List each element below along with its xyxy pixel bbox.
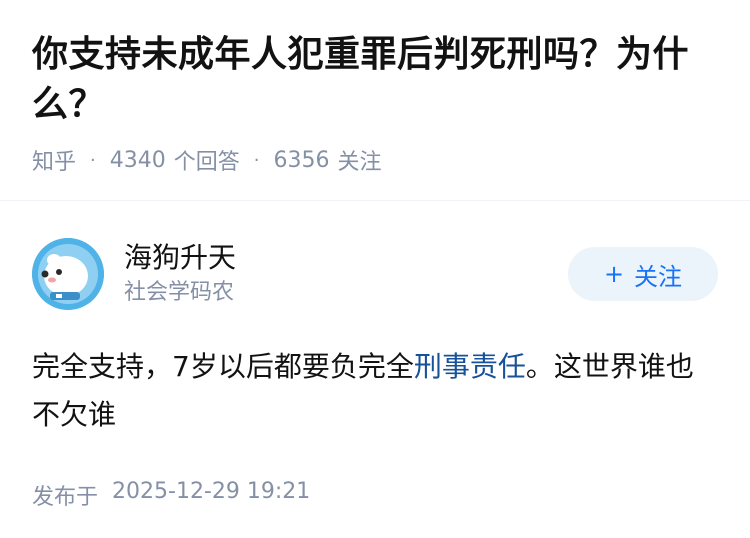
plus-icon: + <box>603 260 625 288</box>
author-row: 海狗升天 社会学码农 + 关注 <box>32 237 718 311</box>
author-name[interactable]: 海狗升天 <box>124 240 568 276</box>
followers-label: 关注 <box>337 150 382 175</box>
criminal-liability-link[interactable]: 刑事责任 <box>414 350 526 383</box>
publish-meta: 发布于 2025-12-29 19:21 <box>32 479 718 511</box>
meta-separator: · <box>253 149 260 171</box>
followers-count: 6356 <box>273 147 330 173</box>
author-bio: 社会学码农 <box>124 280 235 305</box>
answer-card: 海狗升天 社会学码农 + 关注 完全支持，7岁以后都要负完全刑事责任。这世界谁也… <box>0 201 750 511</box>
follow-button[interactable]: + 关注 <box>568 247 718 301</box>
seal-cartoon-avatar-icon <box>32 238 104 310</box>
publish-label: 发布于 <box>32 485 99 510</box>
publish-time: 2025-12-29 19:21 <box>112 479 311 504</box>
author-info: 海狗升天 社会学码农 <box>124 240 568 308</box>
avatar[interactable] <box>32 238 104 310</box>
answers-label: 个回答 <box>173 150 240 175</box>
answer-text-before: 完全支持，7岁以后都要负完全 <box>32 350 414 383</box>
question-meta: 知乎 · 4340 个回答 · 6356 关注 <box>32 144 718 176</box>
question-header: 你支持未成年人犯重罪后判死刑吗？为什么？ 知乎 · 4340 个回答 · 635… <box>0 0 750 200</box>
answer-content: 完全支持，7岁以后都要负完全刑事责任。这世界谁也不欠谁 <box>32 343 718 439</box>
meta-separator: · <box>90 149 96 171</box>
follow-label: 关注 <box>634 262 683 291</box>
source-label[interactable]: 知乎 <box>32 144 76 176</box>
answers-count: 4340 <box>109 147 166 173</box>
question-title[interactable]: 你支持未成年人犯重罪后判死刑吗？为什么？ <box>32 30 718 130</box>
